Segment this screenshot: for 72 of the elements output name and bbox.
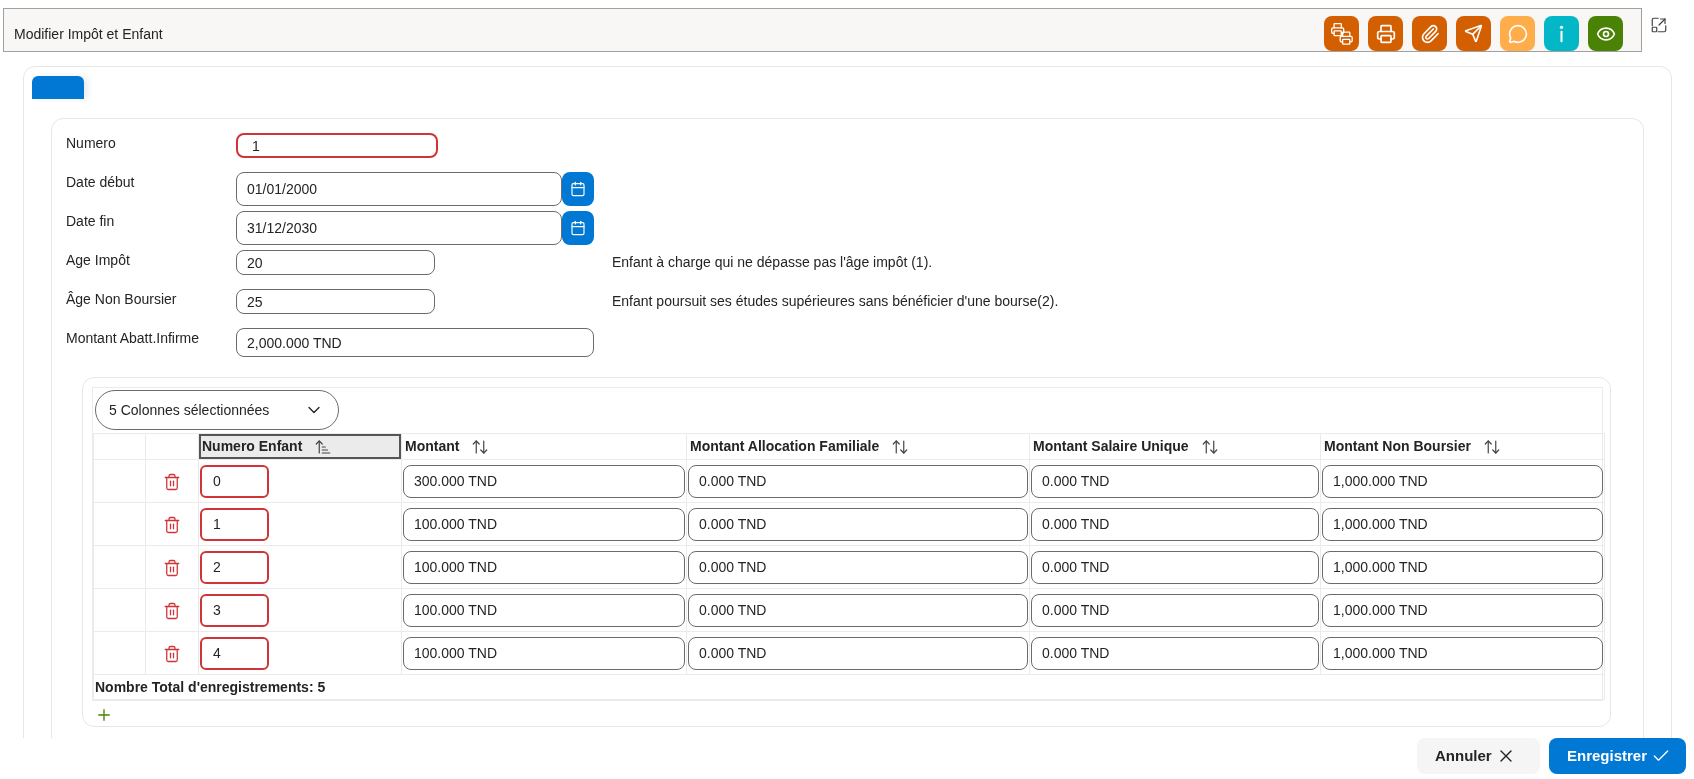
input-field[interactable]: 1,000.000 TND xyxy=(1322,636,1603,670)
input-field[interactable]: 100.000 TND xyxy=(403,636,685,670)
input-field[interactable]: 1 xyxy=(236,133,438,158)
calendar-button[interactable] xyxy=(562,211,594,245)
save-button[interactable]: Enregistrer xyxy=(1549,738,1686,774)
record-count: Nombre Total d'enregistrements: 5 xyxy=(95,679,326,695)
input-field[interactable]: 0.000 TND xyxy=(688,507,1028,541)
input-field[interactable]: 0.000 TND xyxy=(688,550,1028,584)
input-field[interactable]: 1,000.000 TND xyxy=(1322,464,1603,498)
input-field[interactable]: 0.000 TND xyxy=(1031,550,1319,584)
calendar-icon xyxy=(570,220,586,236)
send-button[interactable] xyxy=(1456,16,1491,51)
column-header[interactable]: Numero Enfant xyxy=(198,433,402,460)
info-button[interactable] xyxy=(1544,16,1579,51)
input-field[interactable]: 4 xyxy=(200,636,269,670)
column-header[interactable]: Montant Allocation Familiale xyxy=(686,433,1030,460)
window-title: Modifier Impôt et Enfant xyxy=(14,24,163,44)
date-field[interactable]: 01/01/2000 xyxy=(236,172,562,206)
expand-icon xyxy=(1650,16,1668,34)
attach-button[interactable] xyxy=(1412,16,1447,51)
input-field[interactable]: 25 xyxy=(236,289,435,314)
column-header[interactable]: Montant Non Boursier xyxy=(1320,433,1605,460)
input-field[interactable]: 1,000.000 TND xyxy=(1322,507,1603,541)
input-field[interactable]: 0.000 TND xyxy=(688,636,1028,670)
speech-bubble-icon xyxy=(1507,23,1528,44)
column-header[interactable]: Montant xyxy=(401,433,687,460)
calendar-icon xyxy=(570,181,586,197)
expand-button[interactable] xyxy=(1650,16,1668,34)
info-icon xyxy=(1559,24,1564,43)
trash-icon xyxy=(163,558,181,577)
input-field[interactable]: 100.000 TND xyxy=(403,593,685,627)
field-label: Numero xyxy=(66,135,116,151)
print-button[interactable] xyxy=(1368,16,1403,51)
input-field[interactable]: 0.000 TND xyxy=(688,593,1028,627)
field-label: Date fin xyxy=(66,213,115,229)
input-field[interactable]: 2 xyxy=(200,550,269,584)
field-label: Montant Abatt.Infirme xyxy=(66,330,200,346)
trash-icon xyxy=(163,644,181,663)
input-field[interactable]: 20 xyxy=(236,250,435,275)
cancel-button[interactable]: Annuler xyxy=(1417,738,1540,774)
trash-icon xyxy=(163,601,181,620)
input-field[interactable]: 0.000 TND xyxy=(1031,636,1319,670)
trash-icon xyxy=(163,515,181,534)
paper-plane-icon xyxy=(1464,24,1483,43)
input-field[interactable]: 1,000.000 TND xyxy=(1322,593,1603,627)
input-field[interactable]: 300.000 TND xyxy=(403,464,685,498)
calendar-button[interactable] xyxy=(562,172,594,206)
amount-field[interactable]: 2,000.000 TND xyxy=(236,328,594,357)
input-field[interactable]: 0.000 TND xyxy=(1031,507,1319,541)
paperclip-icon xyxy=(1419,23,1440,44)
input-field[interactable]: 0 xyxy=(200,464,269,498)
input-field[interactable]: 1 xyxy=(200,507,269,541)
input-field[interactable]: 100.000 TND xyxy=(403,550,685,584)
view-button[interactable] xyxy=(1588,16,1623,51)
print-all-button[interactable] xyxy=(1324,16,1359,51)
input-field[interactable]: 0.000 TND xyxy=(688,464,1028,498)
printer-icon xyxy=(1375,23,1396,44)
field-label: Age Impôt xyxy=(66,252,130,268)
input-field[interactable]: 1,000.000 TND xyxy=(1322,550,1603,584)
field-note: Enfant à charge qui ne dépasse pas l'âge impôt (1). xyxy=(612,253,933,272)
field-label: Âge Non Boursier xyxy=(66,291,177,307)
input-field[interactable]: 0.000 TND xyxy=(1031,593,1319,627)
input-field[interactable]: 3 xyxy=(200,593,269,627)
printers-icon xyxy=(1329,21,1354,46)
trash-icon xyxy=(163,472,181,491)
plus-icon xyxy=(95,706,113,724)
date-field[interactable]: 31/12/2030 xyxy=(236,211,562,245)
field-note: Enfant poursuit ses études supérieures sans bénéficier d'une bourse(2). xyxy=(612,292,1059,311)
input-field[interactable]: 100.000 TND xyxy=(403,507,685,541)
column-header[interactable]: Montant Salaire Unique xyxy=(1029,433,1321,460)
field-label: Date début xyxy=(66,174,135,190)
input-field[interactable]: 0.000 TND xyxy=(1031,464,1319,498)
